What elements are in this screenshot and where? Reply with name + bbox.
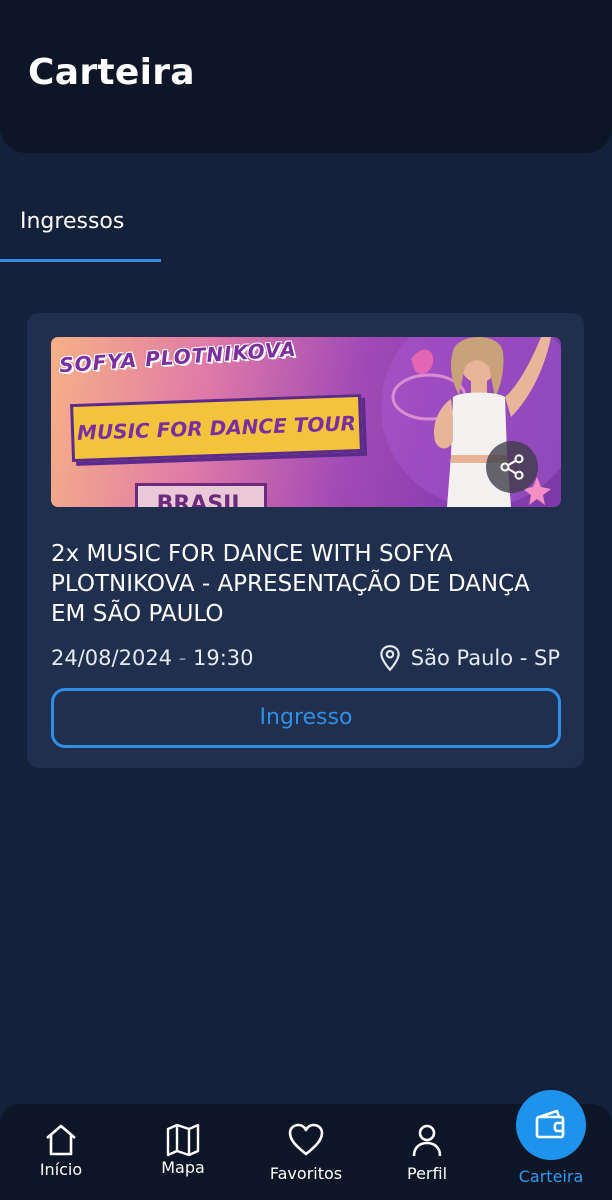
- nav-label-inicio: Início: [39, 1160, 83, 1179]
- nav-label-favoritos: Favoritos: [269, 1164, 343, 1183]
- date-separator: -: [178, 646, 187, 670]
- location-label: São Paulo - SP: [410, 646, 560, 670]
- nav-item-inicio[interactable]: Início: [20, 1104, 102, 1200]
- location-pin-icon: [380, 645, 400, 672]
- share-button[interactable]: [486, 441, 538, 493]
- ticket-button[interactable]: Ingresso: [51, 688, 561, 748]
- event-banner-image[interactable]: SOFYA PLOTNIKOVA MUSIC FOR DANCE TOUR BR…: [51, 337, 561, 507]
- app-header: Carteira: [0, 0, 612, 153]
- ticket-button-label: Ingresso: [259, 705, 353, 730]
- home-icon: [46, 1124, 76, 1156]
- user-icon: [412, 1124, 442, 1157]
- event-datetime: 24/08/2024 - 19:30: [51, 646, 254, 670]
- tab-label: Ingressos: [20, 209, 125, 234]
- event-location: São Paulo - SP: [377, 644, 560, 672]
- heart-icon: [288, 1123, 324, 1156]
- tab-ingressos[interactable]: Ingressos: [0, 190, 161, 262]
- tab-active-indicator: [0, 259, 161, 262]
- nav-item-mapa[interactable]: Mapa: [142, 1104, 224, 1200]
- wallet-icon: [535, 1109, 565, 1139]
- banner-tour-text: MUSIC FOR DANCE TOUR: [76, 411, 357, 445]
- nav-label-mapa: Mapa: [161, 1158, 205, 1177]
- banner-country-box: BRASIL: [135, 483, 267, 507]
- event-time: 19:30: [193, 646, 254, 670]
- nav-label-perfil: Perfil: [406, 1164, 448, 1183]
- map-icon: [166, 1123, 200, 1157]
- nav-label-carteira: Carteira: [518, 1167, 584, 1186]
- event-title: 2x MUSIC FOR DANCE WITH SOFYA PLOTNIKOVA…: [51, 541, 530, 627]
- ticket-card[interactable]: SOFYA PLOTNIKOVA MUSIC FOR DANCE TOUR BR…: [27, 313, 584, 768]
- banner-artist-text: SOFYA PLOTNIKOVA: [58, 337, 298, 378]
- page-title: Carteira: [28, 52, 195, 93]
- nav-item-perfil[interactable]: Perfil: [386, 1104, 468, 1200]
- banner-country-text: BRASIL: [156, 492, 246, 507]
- event-date: 24/08/2024: [51, 646, 173, 670]
- share-icon: [500, 454, 524, 480]
- nav-item-carteira[interactable]: [516, 1090, 586, 1160]
- nav-item-favoritos[interactable]: Favoritos: [262, 1104, 350, 1200]
- banner-tour-box: MUSIC FOR DANCE TOUR: [70, 393, 363, 463]
